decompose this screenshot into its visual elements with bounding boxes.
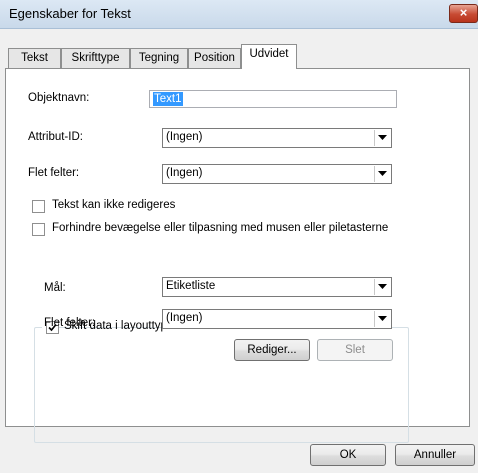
chevron-down-icon[interactable] bbox=[374, 166, 390, 182]
tab-tekst[interactable]: Tekst bbox=[8, 48, 61, 68]
tab-udvidet[interactable]: Udvidet bbox=[241, 44, 297, 69]
attribute-id-value: (Ingen) bbox=[166, 131, 203, 143]
merge-fields-value: (Ingen) bbox=[166, 167, 203, 179]
edit-button[interactable]: Rediger... bbox=[234, 339, 310, 361]
merge-fields-dropdown[interactable]: (Ingen) bbox=[162, 164, 392, 184]
title-bar[interactable]: Egenskaber for Tekst × bbox=[0, 0, 478, 29]
object-name-input[interactable]: Text1 bbox=[149, 90, 397, 108]
merge-fields-label: Flet felter: bbox=[28, 167, 80, 179]
target-label: Mål: bbox=[44, 282, 66, 294]
chevron-down-icon[interactable] bbox=[374, 311, 390, 327]
object-name-value: Text1 bbox=[153, 92, 183, 106]
delete-button[interactable]: Slet bbox=[317, 339, 393, 361]
cancel-button[interactable]: Annuller bbox=[395, 444, 475, 466]
target-value: Etiketliste bbox=[166, 280, 216, 292]
close-icon: × bbox=[459, 5, 468, 20]
tab-position[interactable]: Position bbox=[188, 48, 241, 68]
object-name-label: Objektnavn: bbox=[28, 92, 90, 104]
close-button[interactable]: × bbox=[449, 4, 478, 23]
not-editable-checkbox[interactable] bbox=[32, 200, 45, 213]
group-merge-fields-label: Flet felter: bbox=[44, 317, 96, 329]
tab-tegning[interactable]: Tegning bbox=[130, 48, 188, 68]
group-merge-fields-value: (Ingen) bbox=[166, 312, 203, 324]
attribute-id-label: Attribut-ID: bbox=[28, 131, 83, 143]
tab-panel-udvidet: Objektnavn: Text1 Attribut-ID: (Ingen) F… bbox=[5, 68, 470, 443]
tab-strip: Tekst Skrifttype Tegning Position Udvide… bbox=[0, 44, 478, 69]
attribute-id-dropdown[interactable]: (Ingen) bbox=[162, 128, 392, 148]
dialog-window: Egenskaber for Tekst × Tekst Skrifttype … bbox=[0, 0, 478, 473]
target-dropdown[interactable]: Etiketliste bbox=[162, 277, 392, 297]
chevron-down-icon[interactable] bbox=[374, 130, 390, 146]
chevron-down-icon[interactable] bbox=[374, 279, 390, 295]
prevent-move-checkbox[interactable] bbox=[32, 223, 45, 236]
window-title: Egenskaber for Tekst bbox=[9, 6, 131, 21]
prevent-move-label: Forhindre bevægelse eller tilpasning med… bbox=[52, 222, 389, 234]
group-merge-fields-dropdown[interactable]: (Ingen) bbox=[162, 309, 392, 329]
ok-button[interactable]: OK bbox=[310, 444, 386, 466]
tab-skrifttype[interactable]: Skrifttype bbox=[61, 48, 130, 68]
not-editable-label: Tekst kan ikke redigeres bbox=[52, 199, 176, 211]
